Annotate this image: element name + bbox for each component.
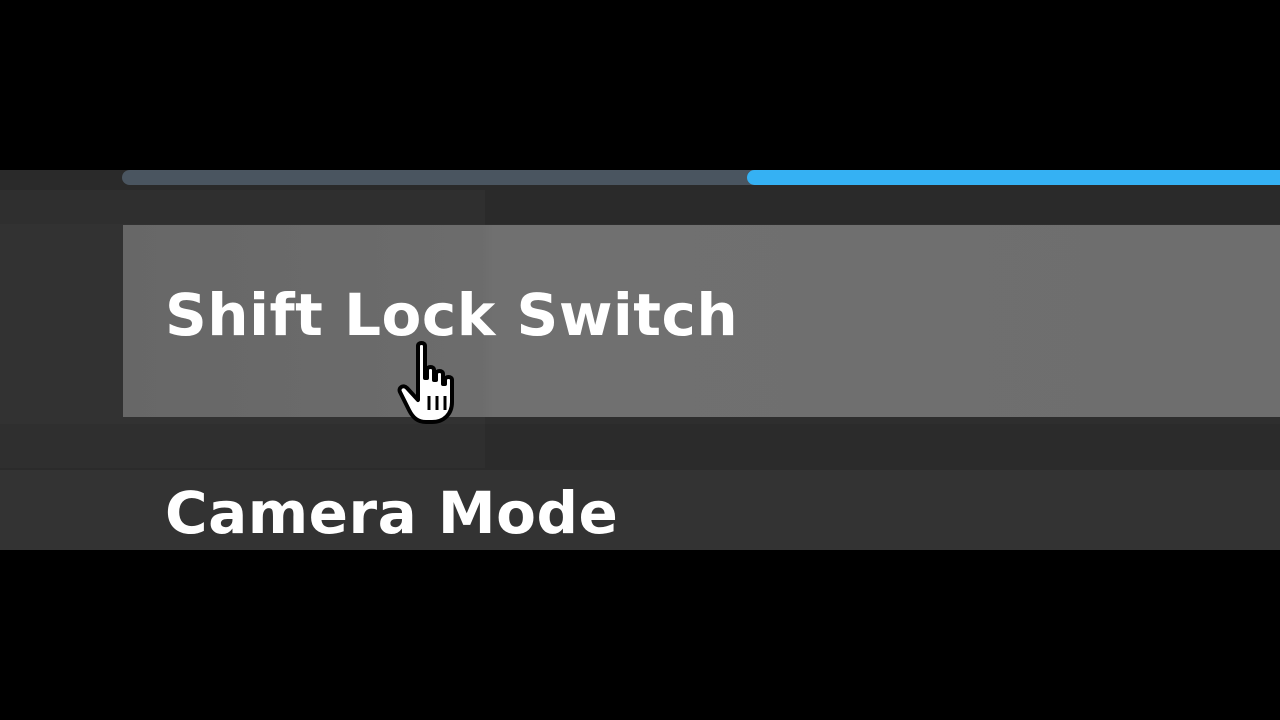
- setting-row-shift-lock[interactable]: Shift Lock Switch: [123, 225, 1280, 417]
- letterbox-top: [0, 0, 1280, 170]
- hand-pointer-icon: [397, 341, 454, 424]
- tab-indicator-track: [122, 170, 1280, 185]
- game-screen: Shift Lock Switch Camera Mode: [0, 0, 1280, 720]
- setting-row-camera-mode[interactable]: Camera Mode: [123, 470, 1280, 550]
- tab-indicator-fill: [747, 170, 1280, 185]
- setting-label-camera-mode: Camera Mode: [165, 479, 619, 547]
- letterbox-bottom: [0, 550, 1280, 720]
- settings-menu-panel: Shift Lock Switch Camera Mode: [0, 170, 1280, 550]
- setting-label-shift-lock: Shift Lock Switch: [165, 281, 739, 349]
